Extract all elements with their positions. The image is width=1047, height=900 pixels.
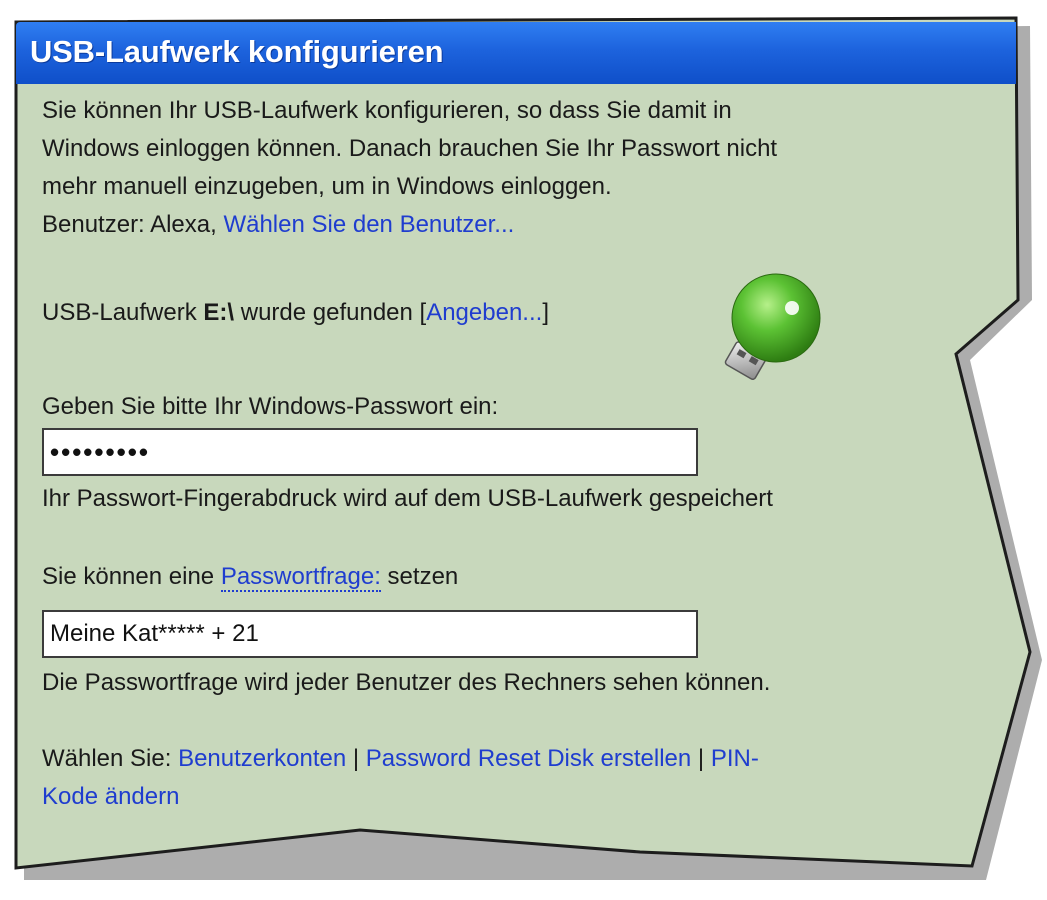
footer-label: Wählen Sie: xyxy=(42,745,172,772)
drive-found-row: USB-Laufwerk E:\ wurde gefunden [Angeben… xyxy=(42,294,549,332)
intro-line-2: Windows einloggen können. Danach brauche… xyxy=(42,135,778,162)
footer-separator-1: | xyxy=(352,745,360,772)
intro-line-1: Sie können Ihr USB-Laufwerk konfiguriere… xyxy=(42,97,732,124)
question-label-row: Sie können eine Passwortfrage: setzen xyxy=(42,558,458,596)
dialog-title: USB-Laufwerk konfigurieren xyxy=(30,34,444,69)
specify-drive-link[interactable]: Angeben... xyxy=(426,299,542,326)
drive-letter: E:\ xyxy=(203,299,235,326)
question-label-after: setzen xyxy=(380,563,459,590)
question-label-before: Sie können eine xyxy=(42,563,221,590)
footer-separator-2: | xyxy=(697,745,705,772)
password-input[interactable]: ••••••••• xyxy=(42,428,698,476)
user-row: Benutzer: Alexa, Wählen Sie den Benutzer… xyxy=(42,206,514,244)
user-label: Benutzer: xyxy=(42,211,145,238)
user-accounts-link[interactable]: Benutzerkonten xyxy=(178,745,346,772)
password-hint: Ihr Passwort-Fingerabdruck wird auf dem … xyxy=(42,485,773,512)
password-label: Geben Sie bitte Ihr Windows-Passwort ein… xyxy=(42,393,499,420)
intro-line-3: mehr manuell einzugeben, um in Windows e… xyxy=(42,173,612,200)
user-name: Alexa, xyxy=(150,211,217,238)
question-hint: Die Passwortfrage wird jeder Benutzer de… xyxy=(42,669,771,696)
password-question-link[interactable]: Passwortfrage: xyxy=(220,563,381,592)
change-pin-link-part2[interactable]: Kode ändern xyxy=(42,783,179,810)
usb-drive-icon xyxy=(724,273,821,381)
drive-text-after: wurde gefunden [ xyxy=(234,299,427,326)
footer-row-2: Kode ändern xyxy=(42,778,179,816)
usb-config-dialog: USB-Laufwerk konfigurieren Sie können Ih… xyxy=(0,0,1047,900)
change-pin-link-part1[interactable]: PIN- xyxy=(711,745,759,772)
drive-close-bracket: ] xyxy=(542,299,549,326)
reset-disk-link[interactable]: Password Reset Disk erstellen xyxy=(366,745,691,772)
password-question-input[interactable]: Meine Kat***** + 21 xyxy=(42,610,698,658)
drive-text-before: USB-Laufwerk xyxy=(42,299,204,326)
footer-row: Wählen Sie: Benutzerkonten | Password Re… xyxy=(42,740,759,778)
choose-user-link[interactable]: Wählen Sie den Benutzer... xyxy=(223,211,514,238)
